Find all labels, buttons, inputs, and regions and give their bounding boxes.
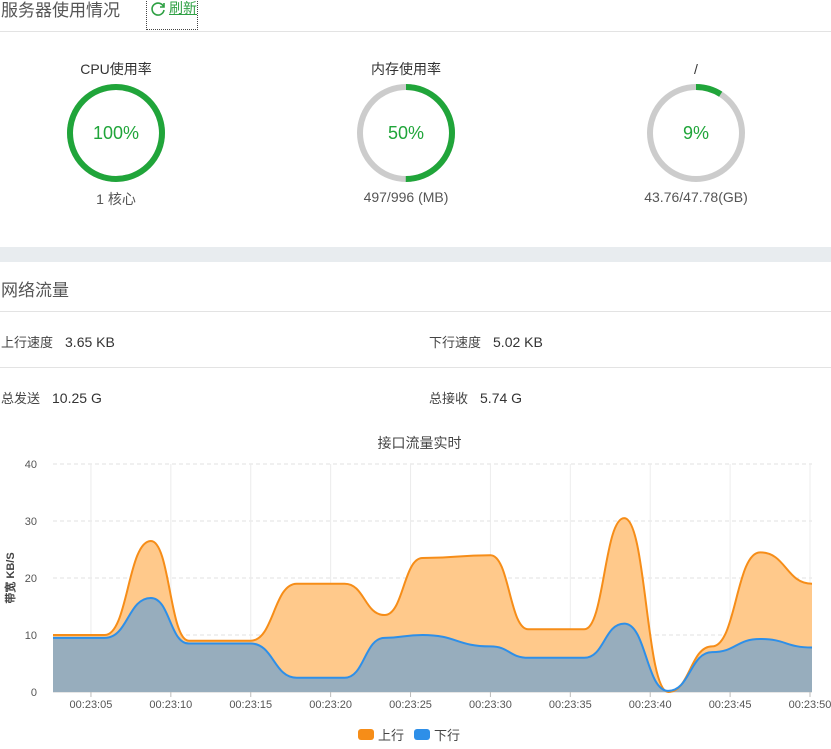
down-speed: 下行速度 5.02 KB	[429, 332, 543, 351]
gauge-value: 9%	[682, 123, 709, 143]
down-speed-label: 下行速度	[429, 335, 482, 350]
y-tick-label: 30	[25, 516, 37, 528]
total-recv-value: 5.74 G	[480, 390, 523, 406]
gauge-disk: / 9% 43.76/47.78(GB)	[616, 59, 776, 205]
legend-label: 上行	[378, 728, 405, 743]
gauge-label: CPU使用率	[80, 61, 152, 77]
gauge-ring: 100%	[66, 83, 166, 183]
section-divider	[0, 247, 831, 262]
legend-label: 下行	[434, 728, 461, 743]
refresh-label[interactable]: 刷新	[169, 0, 197, 17]
gauge-ring: 9%	[646, 83, 746, 183]
total-recv-label: 总接收	[429, 391, 469, 406]
traffic-chart: 0 10 20 30 40 00:23:05 00:23:10 00:23:15 00:23:2…	[3, 459, 831, 711]
refresh-button[interactable]: 刷新	[146, 0, 198, 30]
x-tick-label: 00:23:20	[309, 699, 352, 711]
legend-item-down[interactable]: 下行	[414, 725, 460, 744]
gauge-label: 内存使用率	[371, 61, 441, 77]
legend-swatch	[358, 729, 374, 740]
gauge-cpu: CPU使用率 100% 1 核心	[36, 59, 196, 209]
network-title: 网络流量	[1, 281, 69, 300]
gauge-memory: 内存使用率 50% 497/996 (MB)	[326, 59, 486, 205]
x-tick-label: 00:23:05	[70, 699, 113, 711]
gauge-sub: 43.76/47.78(GB)	[644, 189, 748, 205]
total-recv: 总接收 5.74 G	[429, 388, 522, 407]
gauge-ring: 50%	[356, 83, 456, 183]
divider-line	[0, 311, 831, 312]
gauge-sub: 497/996 (MB)	[363, 189, 449, 205]
up-speed-value: 3.65 KB	[65, 334, 115, 350]
page-title: 服务器使用情况	[1, 1, 120, 20]
gauge-label: /	[694, 61, 698, 77]
x-tick-label: 00:23:15	[229, 699, 272, 711]
y-tick-label: 20	[25, 573, 37, 585]
total-sent: 总发送 10.25 G	[1, 388, 102, 407]
y-tick-label: 0	[31, 687, 37, 699]
total-sent-label: 总发送	[1, 391, 41, 406]
y-tick-label: 10	[25, 630, 37, 642]
chart-legend: 上行 下行	[358, 725, 460, 744]
y-axis-label: 带宽 KB/S	[3, 552, 17, 603]
x-tick-label: 00:23:50	[789, 699, 831, 711]
x-tick-label: 00:23:30	[469, 699, 512, 711]
x-tick-label: 00:23:25	[389, 699, 432, 711]
gauge-value: 100%	[92, 123, 140, 143]
gauge-sub: 1 核心	[96, 191, 136, 207]
legend-item-up[interactable]: 上行	[358, 725, 404, 744]
divider-line	[0, 367, 831, 368]
down-speed-value: 5.02 KB	[493, 334, 543, 350]
x-tick-label: 00:23:10	[149, 699, 192, 711]
refresh-icon	[151, 2, 165, 16]
total-sent-value: 10.25 G	[52, 390, 102, 406]
legend-swatch	[414, 729, 431, 740]
server-usage-header: 服务器使用情况 刷新	[0, 0, 831, 32]
gauge-value: 50%	[387, 123, 425, 143]
up-speed-label: 上行速度	[1, 335, 54, 350]
up-speed: 上行速度 3.65 KB	[1, 332, 115, 351]
x-tick-label: 00:23:40	[629, 699, 672, 711]
y-tick-label: 40	[25, 459, 37, 471]
x-tick-label: 00:23:35	[549, 699, 592, 711]
x-tick-label: 00:23:45	[709, 699, 752, 711]
